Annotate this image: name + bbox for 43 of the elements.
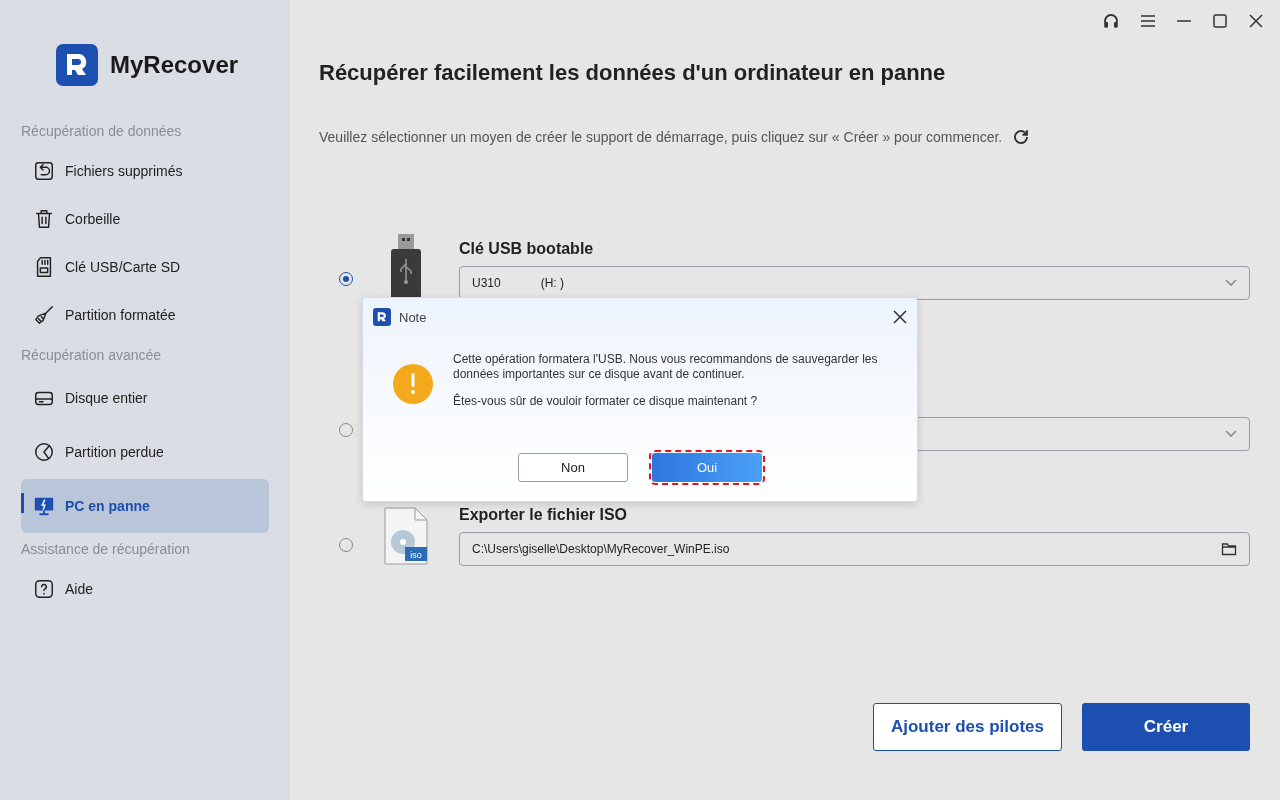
page-title: Récupérer facilement les données d'un ordinateur en panne [319,60,947,86]
chevron-down-icon [1225,429,1237,438]
sidebar-item[interactable]: Aide [21,565,269,613]
option-title: Exporter le fichier ISO [459,506,629,524]
create-button[interactable]: Créer [1082,703,1250,751]
close-icon[interactable] [1248,13,1264,29]
close-icon[interactable] [893,310,907,324]
add-drivers-button[interactable]: Ajouter des pilotes [873,703,1062,751]
dialog-title: Note [399,309,428,325]
dialog-message: Cette opération formatera l'USB. Nous vous recommandons de sauvegarder les données importantes sur ce disque avant de continuer. [453,352,879,382]
logo-icon [56,44,98,86]
restore-icon [33,160,55,182]
sidebar-heading: Assistance de récupération [21,540,191,559]
dialog-question: Êtes-vous sûr de vouloir formater ce disque maintenant ? [453,394,759,409]
warning-icon [393,364,433,404]
sidebar-item[interactable]: Fichiers supprimés [21,147,269,195]
trash-icon [33,208,55,230]
logo-icon [373,308,391,326]
pie-chart-icon [33,441,55,463]
option-title: Clé USB bootable [459,239,595,258]
help-icon [33,578,55,600]
maximize-icon[interactable] [1212,13,1228,29]
broom-icon [33,304,55,326]
refresh-icon[interactable] [1012,128,1031,146]
chevron-down-icon [1225,278,1237,287]
path-field[interactable]: C:\Users\giselle\Desktop\MyRecover_WinPE.iso [459,532,1250,566]
sidebar-item[interactable]: Clé USB/Carte SD [21,243,269,291]
sidebar-heading: Récupération avancée [21,346,163,365]
monitor-icon [33,495,55,517]
sidebar-item[interactable]: Disque entier [21,371,269,425]
app-name: MyRecover [110,51,239,79]
iso-file-icon: iso [383,507,429,565]
support-icon[interactable] [1102,12,1120,30]
sidebar-item[interactable]: Partition perdue [21,425,269,479]
no-button[interactable]: Non [518,453,628,482]
sidebar-heading: Récupération de données [21,122,183,141]
sidebar-item[interactable]: Corbeille [21,195,269,243]
usb-drive-icon [390,233,422,300]
folder-icon [1221,541,1237,557]
menu-icon[interactable] [1140,13,1156,29]
sidebar-item[interactable]: PC en panne [21,479,269,533]
sidebar-item[interactable]: Partition formatée [21,291,269,339]
instruction-text: Veuillez sélectionner un moyen de créer le support de démarrage, puis cliquez sur « Créer » pour commencer. [319,129,1003,145]
